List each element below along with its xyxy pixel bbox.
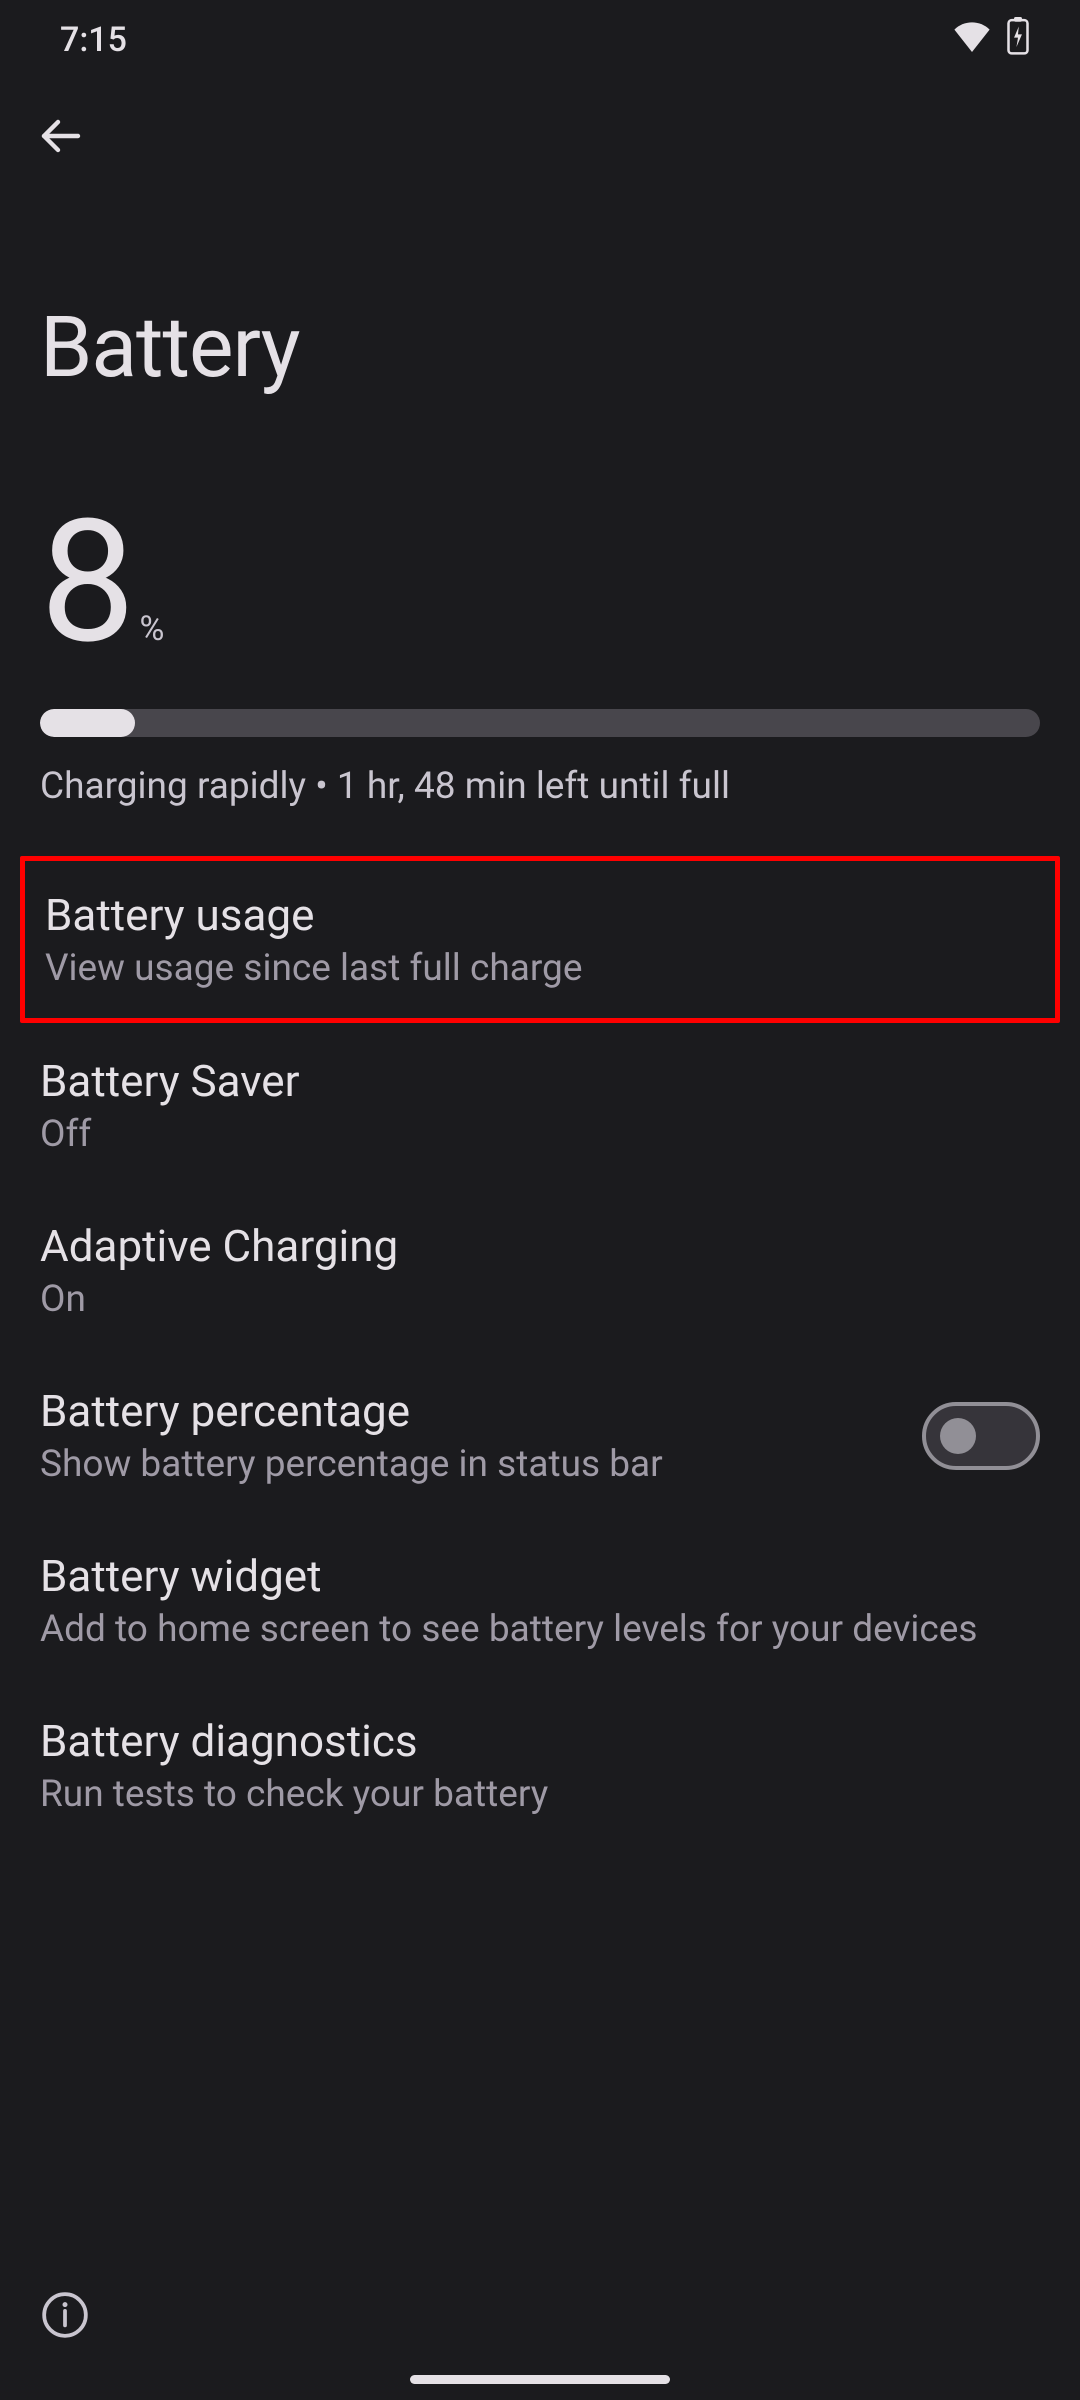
row-battery-diagnostics[interactable]: Battery diagnostics Run tests to check y… — [0, 1683, 1080, 1848]
row-battery-widget[interactable]: Battery widget Add to home screen to see… — [0, 1518, 1080, 1683]
back-button[interactable] — [30, 108, 90, 168]
battery-progress-fill — [40, 709, 135, 737]
row-title: Battery usage — [45, 889, 1035, 941]
battery-percentage-toggle[interactable] — [922, 1402, 1040, 1470]
row-battery-percentage[interactable]: Battery percentage Show battery percenta… — [0, 1353, 1080, 1518]
settings-list: Battery usage View usage since last full… — [0, 808, 1080, 1848]
battery-charging-icon — [1006, 17, 1030, 64]
toggle-knob — [940, 1418, 976, 1454]
status-time: 7:15 — [60, 20, 127, 60]
row-subtitle: On — [40, 1278, 1040, 1321]
page-title: Battery — [0, 168, 1080, 397]
battery-progress-bar — [40, 709, 1040, 737]
wifi-icon — [952, 20, 992, 61]
app-bar — [0, 80, 1080, 168]
row-subtitle: Run tests to check your battery — [40, 1773, 1040, 1816]
info-icon[interactable] — [40, 2290, 90, 2340]
row-title: Battery widget — [40, 1550, 1040, 1602]
battery-percent-display: 8 % — [0, 397, 1080, 667]
row-subtitle: Show battery percentage in status bar — [40, 1443, 892, 1486]
row-adaptive-charging[interactable]: Adaptive Charging On — [0, 1188, 1080, 1353]
row-battery-usage[interactable]: Battery usage View usage since last full… — [25, 861, 1055, 1018]
charging-status-text: Charging rapidly • 1 hr, 48 min left unt… — [0, 737, 1080, 808]
row-battery-saver[interactable]: Battery Saver Off — [0, 1023, 1080, 1188]
row-title: Adaptive Charging — [40, 1220, 1040, 1272]
status-icons — [952, 17, 1030, 64]
highlight-box: Battery usage View usage since last full… — [20, 856, 1060, 1023]
arrow-left-icon — [36, 112, 84, 164]
row-title: Battery percentage — [40, 1385, 892, 1437]
status-bar: 7:15 — [0, 0, 1080, 80]
row-title: Battery diagnostics — [40, 1715, 1040, 1767]
gesture-nav-bar[interactable] — [410, 2375, 670, 2384]
row-subtitle: Add to home screen to see battery levels… — [40, 1608, 1040, 1651]
row-title: Battery Saver — [40, 1055, 1040, 1107]
battery-percent-symbol: % — [130, 609, 165, 659]
row-subtitle: Off — [40, 1113, 1040, 1156]
row-subtitle: View usage since last full charge — [45, 947, 1035, 990]
battery-percent-number: 8 — [40, 497, 130, 667]
